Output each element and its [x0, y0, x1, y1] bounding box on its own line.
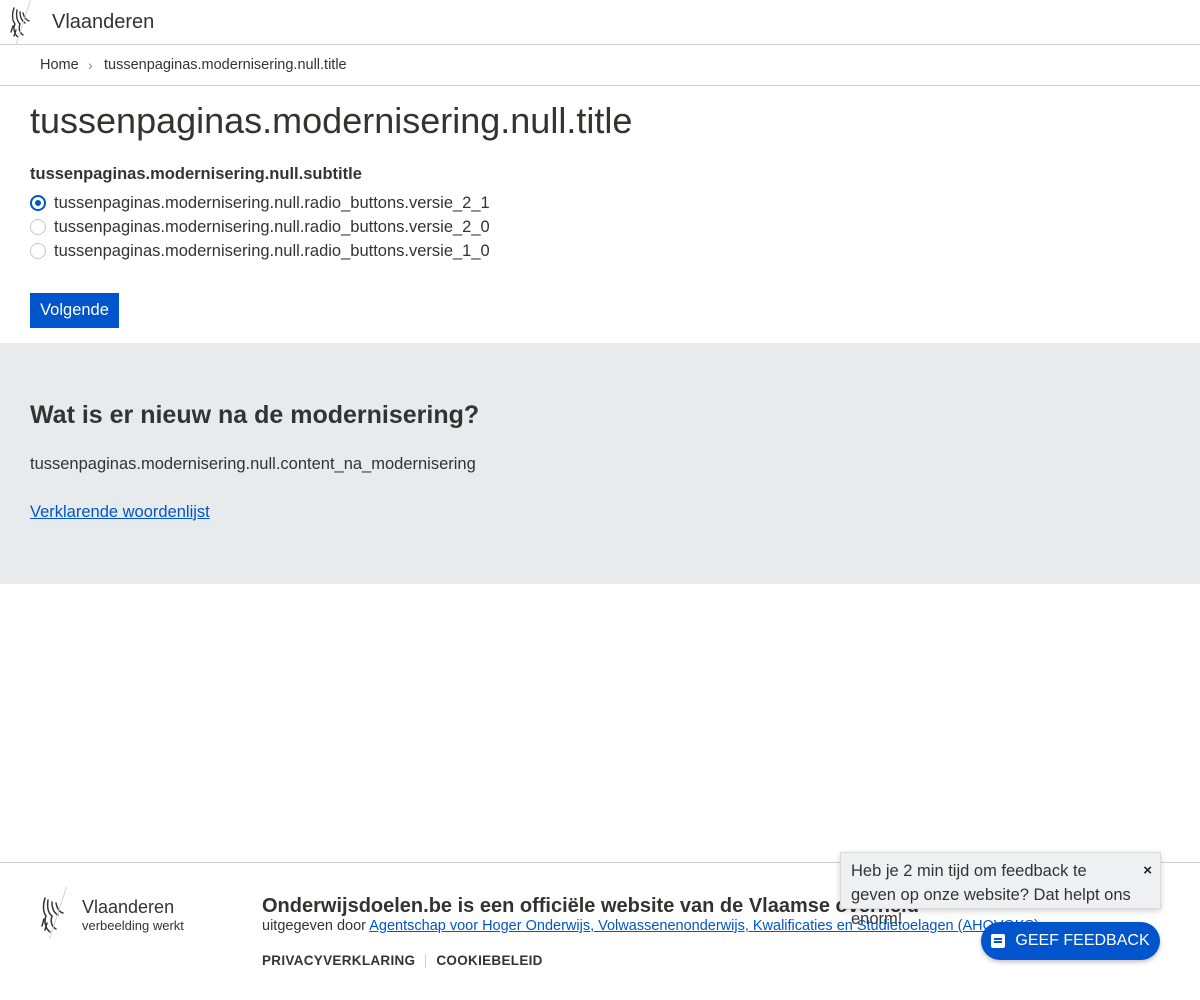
- close-icon[interactable]: ×: [1143, 859, 1152, 883]
- radio-group-label: tussenpaginas.modernisering.null.subtitl…: [30, 165, 362, 183]
- radio-option-label[interactable]: tussenpaginas.modernisering.null.radio_b…: [54, 242, 490, 261]
- breadcrumb-separator: ›: [88, 57, 93, 73]
- footer-heading: Onderwijsdoelen.be is een officiële webs…: [262, 895, 919, 917]
- feedback-prompt: Heb je 2 min tijd om feedback te geven o…: [840, 852, 1161, 928]
- breadcrumb-home-link[interactable]: Home: [40, 57, 79, 73]
- give-feedback-button[interactable]: GEEF FEEDBACK: [981, 922, 1160, 960]
- radio-option-label[interactable]: tussenpaginas.modernisering.null.radio_b…: [54, 194, 490, 213]
- footer-publisher: uitgegeven door Agentschap voor Hoger On…: [262, 918, 1039, 934]
- next-button[interactable]: Volgende: [30, 293, 119, 328]
- radio-option-versie-2-1[interactable]: tussenpaginas.modernisering.null.radio_b…: [30, 192, 490, 214]
- publisher-link[interactable]: Agentschap voor Hoger Onderwijs, Volwass…: [369, 918, 1039, 934]
- footer-tagline: verbeelding werkt: [82, 918, 184, 933]
- glossary-link[interactable]: Verklarende woordenlijst: [30, 503, 210, 522]
- feedback-icon: [991, 934, 1006, 948]
- breadcrumb-current: tussenpaginas.modernisering.null.title: [104, 57, 347, 73]
- cookie-policy-link[interactable]: COOKIEBELEID: [436, 953, 542, 968]
- footer-links: PRIVACYVERKLARING COOKIEBELEID: [262, 953, 543, 968]
- radio-button[interactable]: [30, 219, 46, 235]
- radio-button[interactable]: [30, 243, 46, 259]
- radio-button-checked[interactable]: [30, 195, 46, 211]
- info-section-title: Wat is er nieuw na de modernisering?: [30, 401, 480, 429]
- flemish-lion-icon: [38, 893, 72, 937]
- footer-link-divider: [425, 953, 427, 968]
- site-header: Vlaanderen: [0, 0, 1200, 45]
- info-section: Wat is er nieuw na de modernisering? tus…: [0, 343, 1200, 584]
- radio-option-versie-1-0[interactable]: tussenpaginas.modernisering.null.radio_b…: [30, 240, 490, 262]
- radio-option-versie-2-0[interactable]: tussenpaginas.modernisering.null.radio_b…: [30, 216, 490, 238]
- radio-option-label[interactable]: tussenpaginas.modernisering.null.radio_b…: [54, 218, 490, 237]
- give-feedback-label: GEEF FEEDBACK: [1015, 932, 1150, 949]
- page-title: tussenpaginas.modernisering.null.title: [30, 100, 633, 141]
- footer-brand: Vlaanderen: [82, 897, 175, 917]
- header-brand[interactable]: Vlaanderen: [52, 11, 154, 34]
- flemish-lion-icon[interactable]: [8, 4, 48, 44]
- breadcrumb: Home › tussenpaginas.modernisering.null.…: [0, 45, 1200, 86]
- info-section-content: tussenpaginas.modernisering.null.content…: [30, 455, 476, 473]
- publisher-prefix: uitgegeven door: [262, 918, 370, 934]
- privacy-link[interactable]: PRIVACYVERKLARING: [262, 953, 415, 968]
